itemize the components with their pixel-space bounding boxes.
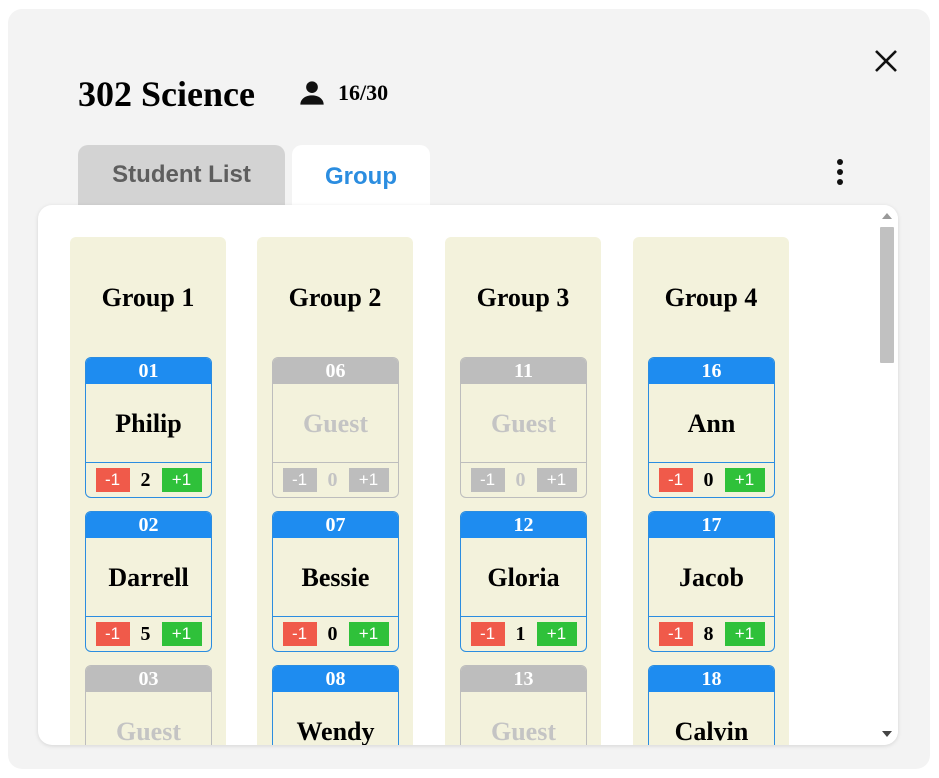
student-card[interactable]: 06 Guest -1 0 +1 (272, 357, 399, 498)
group-title: Group 3 (476, 283, 570, 312)
increment-button[interactable]: +1 (348, 468, 389, 492)
score-row: -1 0 +1 (273, 463, 398, 497)
person-icon (300, 81, 324, 105)
group-title: Group 4 (664, 283, 758, 312)
score-row: -1 8 +1 (649, 617, 774, 651)
close-icon[interactable] (872, 47, 900, 75)
score-value: 1 (515, 622, 526, 645)
group-column: Group 4 16 Ann -1 0 +1 17 Jacob -1 8 +1 18 Calvin (633, 237, 789, 745)
increment-button[interactable]: +1 (536, 622, 577, 646)
student-name: Wendy (273, 692, 398, 745)
score-value: 0 (515, 468, 526, 491)
page-title: 302 Science (78, 74, 255, 114)
student-count-value: 16/30 (338, 80, 389, 105)
increment-button[interactable]: +1 (724, 622, 765, 646)
dot (837, 159, 843, 165)
group-title: Group 2 (288, 283, 382, 312)
increment-button[interactable]: +1 (348, 622, 389, 646)
increment-button[interactable]: +1 (161, 468, 202, 492)
student-name: Philip (86, 384, 211, 463)
student-name: Jacob (649, 538, 774, 617)
student-number: 02 (86, 512, 211, 538)
student-name: Calvin (649, 692, 774, 745)
student-card[interactable]: 13 Guest (460, 665, 587, 745)
student-name: Guest (86, 692, 211, 745)
student-number: 17 (649, 512, 774, 538)
student-card[interactable]: 16 Ann -1 0 +1 (648, 357, 775, 498)
student-name: Guest (273, 384, 398, 463)
more-options-icon[interactable] (830, 157, 850, 187)
decrement-button[interactable]: -1 (95, 622, 130, 646)
student-number: 13 (461, 666, 586, 692)
student-number: 07 (273, 512, 398, 538)
scroll-up-icon[interactable] (882, 213, 892, 219)
decrement-button[interactable]: -1 (470, 622, 505, 646)
student-number: 03 (86, 666, 211, 692)
decrement-button[interactable]: -1 (658, 622, 693, 646)
student-name: Guest (461, 692, 586, 745)
increment-button[interactable]: +1 (536, 468, 577, 492)
class-dialog: 302 Science 16/30 Student List Group Gro… (8, 9, 930, 769)
group-panel: Group 1 01 Philip -1 2 +1 02 Darrell -1 5 +1 03 Gues… (38, 205, 898, 745)
student-number: 12 (461, 512, 586, 538)
student-number: 18 (649, 666, 774, 692)
score-value: 2 (140, 468, 151, 491)
student-card[interactable]: 17 Jacob -1 8 +1 (648, 511, 775, 652)
decrement-button[interactable]: -1 (282, 468, 317, 492)
student-name: Bessie (273, 538, 398, 617)
student-name: Guest (461, 384, 586, 463)
student-name: Gloria (461, 538, 586, 617)
decrement-button[interactable]: -1 (95, 468, 130, 492)
score-value: 0 (327, 622, 338, 645)
student-number: 06 (273, 358, 398, 384)
group-column: Group 2 06 Guest -1 0 +1 07 Bessie -1 0 +1 08 Wendy (257, 237, 413, 745)
student-name: Ann (649, 384, 774, 463)
score-row: -1 0 +1 (649, 463, 774, 497)
student-card[interactable]: 02 Darrell -1 5 +1 (85, 511, 212, 652)
student-number: 11 (461, 358, 586, 384)
increment-button[interactable]: +1 (724, 468, 765, 492)
student-card[interactable]: 01 Philip -1 2 +1 (85, 357, 212, 498)
dot (837, 179, 843, 185)
student-card[interactable]: 08 Wendy (272, 665, 399, 745)
tab-student-list[interactable]: Student List (78, 145, 285, 205)
decrement-button[interactable]: -1 (470, 468, 505, 492)
group-column: Group 3 11 Guest -1 0 +1 12 Gloria -1 1 +1 13 Guest (445, 237, 601, 745)
group-column: Group 1 01 Philip -1 2 +1 02 Darrell -1 5 +1 03 Gues… (70, 237, 226, 745)
score-row: -1 1 +1 (461, 617, 586, 651)
student-card[interactable]: 03 Guest (85, 665, 212, 745)
student-card[interactable]: 18 Calvin (648, 665, 775, 745)
dot (837, 169, 843, 175)
scrollbar[interactable] (876, 205, 898, 745)
student-number: 01 (86, 358, 211, 384)
student-name: Darrell (86, 538, 211, 617)
score-row: -1 0 +1 (461, 463, 586, 497)
group-title: Group 1 (101, 283, 195, 312)
tab-group[interactable]: Group (292, 145, 430, 209)
score-value: 0 (327, 468, 338, 491)
score-value: 5 (140, 622, 151, 645)
decrement-button[interactable]: -1 (658, 468, 693, 492)
score-row: -1 5 +1 (86, 617, 211, 651)
scroll-down-icon[interactable] (882, 731, 892, 737)
student-card[interactable]: 11 Guest -1 0 +1 (460, 357, 587, 498)
student-card[interactable]: 12 Gloria -1 1 +1 (460, 511, 587, 652)
score-value: 8 (703, 622, 714, 645)
score-row: -1 2 +1 (86, 463, 211, 497)
student-number: 16 (649, 358, 774, 384)
decrement-button[interactable]: -1 (282, 622, 317, 646)
score-row: -1 0 +1 (273, 617, 398, 651)
student-count: 16/30 (298, 79, 388, 107)
scroll-thumb[interactable] (880, 227, 894, 363)
increment-button[interactable]: +1 (161, 622, 202, 646)
student-card[interactable]: 07 Bessie -1 0 +1 (272, 511, 399, 652)
score-value: 0 (703, 468, 714, 491)
student-number: 08 (273, 666, 398, 692)
